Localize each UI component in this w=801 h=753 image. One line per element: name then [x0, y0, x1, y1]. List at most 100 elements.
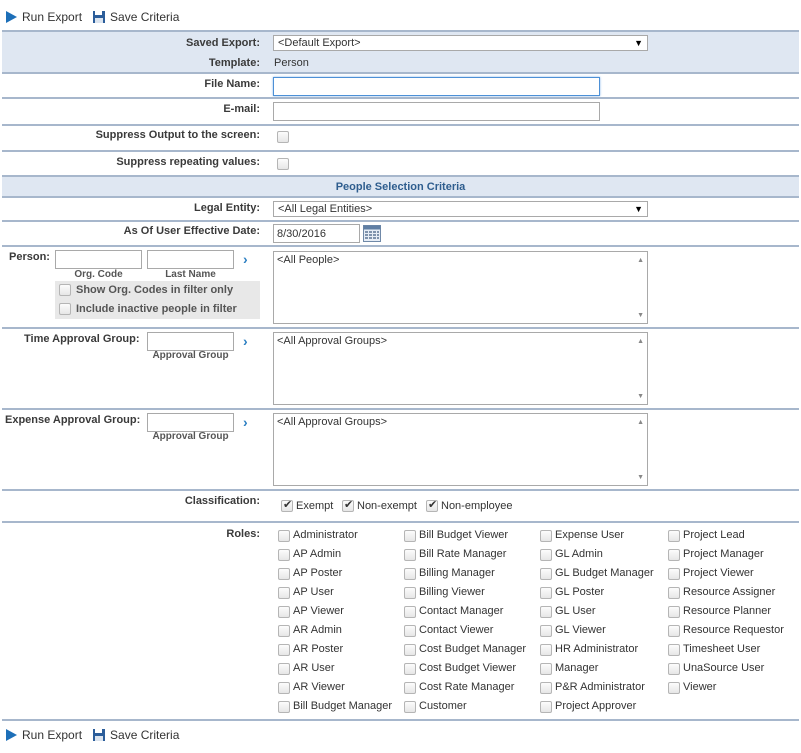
org-code-label: Org. Code: [74, 269, 123, 280]
role-checkbox[interactable]: [278, 682, 290, 694]
scroll-up-icon[interactable]: ▲: [637, 338, 644, 345]
role-checkbox[interactable]: [404, 644, 416, 656]
role-checkbox[interactable]: [404, 568, 416, 580]
run-export-button[interactable]: Run Export: [4, 10, 82, 24]
non-exempt-checkbox[interactable]: [342, 498, 354, 512]
role-checkbox[interactable]: [668, 644, 680, 656]
role-checkbox[interactable]: [278, 644, 290, 656]
chevron-right-icon[interactable]: ›: [243, 334, 248, 348]
people-section-title: People Selection Criteria: [335, 181, 466, 193]
role-label: Customer: [419, 700, 467, 712]
role-checkbox[interactable]: [540, 568, 552, 580]
role-label: Project Approver: [555, 700, 637, 712]
role-checkbox[interactable]: [404, 549, 416, 561]
role-label: AR Poster: [293, 643, 344, 655]
role-checkbox[interactable]: [540, 701, 552, 713]
save-criteria-button[interactable]: Save Criteria: [92, 10, 179, 24]
role-checkbox[interactable]: [668, 663, 680, 675]
time-approval-input[interactable]: [147, 332, 234, 351]
email-input[interactable]: [273, 102, 600, 121]
divider: [2, 719, 799, 721]
suppress-repeating-checkbox[interactable]: [277, 158, 289, 170]
divider: [2, 196, 799, 198]
role-checkbox[interactable]: [278, 606, 290, 618]
role-checkbox[interactable]: [540, 606, 552, 618]
legal-entity-value: <All Legal Entities>: [278, 203, 373, 215]
role-checkbox[interactable]: [540, 530, 552, 542]
effective-date-input[interactable]: 8/30/2016: [273, 224, 360, 243]
role-checkbox[interactable]: [278, 701, 290, 713]
role-checkbox[interactable]: [668, 606, 680, 618]
role-checkbox[interactable]: [668, 682, 680, 694]
role-checkbox[interactable]: [278, 530, 290, 542]
divider: [2, 327, 799, 329]
chevron-right-icon[interactable]: ›: [243, 415, 248, 429]
scroll-down-icon[interactable]: ▼: [637, 312, 644, 319]
role-checkbox[interactable]: [668, 625, 680, 637]
time-approval-listbox[interactable]: <All Approval Groups> ▲ ▼: [273, 332, 648, 405]
non-employee-checkbox[interactable]: [426, 498, 438, 512]
role-label: Billing Viewer: [419, 586, 485, 598]
non-exempt-label: Non-exempt: [357, 500, 417, 512]
org-code-input[interactable]: [55, 250, 142, 269]
top-toolbar: Run Export Save Criteria: [4, 8, 189, 26]
divider: [2, 97, 799, 99]
role-label: AP Viewer: [293, 605, 344, 617]
role-checkbox[interactable]: [668, 530, 680, 542]
expense-approval-sub-label: Approval Group: [152, 431, 229, 442]
last-name-input[interactable]: [147, 250, 234, 269]
role-checkbox[interactable]: [278, 568, 290, 580]
suppress-output-checkbox[interactable]: [277, 131, 289, 143]
exempt-label: Exempt: [296, 500, 334, 512]
role-checkbox[interactable]: [404, 663, 416, 675]
role-checkbox[interactable]: [404, 701, 416, 713]
legal-entity-select[interactable]: <All Legal Entities> ▼: [273, 201, 648, 217]
saved-export-label: Saved Export:: [186, 37, 260, 49]
role-checkbox[interactable]: [404, 587, 416, 599]
role-checkbox[interactable]: [278, 663, 290, 675]
calendar-icon[interactable]: [363, 225, 381, 242]
role-checkbox[interactable]: [278, 587, 290, 599]
saved-export-select[interactable]: <Default Export> ▼: [273, 35, 648, 51]
classification-label: Classification:: [184, 495, 260, 507]
scroll-down-icon[interactable]: ▼: [637, 393, 644, 400]
role-label: AP Admin: [293, 548, 342, 560]
exempt-checkbox[interactable]: [281, 498, 293, 512]
chevron-right-icon[interactable]: ›: [243, 252, 248, 266]
role-checkbox[interactable]: [540, 587, 552, 599]
time-approval-list-item[interactable]: <All Approval Groups>: [277, 335, 387, 347]
show-org-codes-checkbox[interactable]: [59, 284, 71, 296]
role-checkbox[interactable]: [540, 682, 552, 694]
role-checkbox[interactable]: [668, 549, 680, 561]
scroll-down-icon[interactable]: ▼: [637, 474, 644, 481]
person-listbox[interactable]: <All People> ▲ ▼: [273, 251, 648, 324]
role-label: Contact Viewer: [419, 624, 494, 636]
role-checkbox[interactable]: [540, 549, 552, 561]
role-checkbox[interactable]: [540, 625, 552, 637]
expense-approval-listbox[interactable]: <All Approval Groups> ▲ ▼: [273, 413, 648, 486]
role-label: GL Admin: [555, 548, 603, 560]
role-checkbox[interactable]: [668, 568, 680, 580]
role-checkbox[interactable]: [540, 663, 552, 675]
scroll-up-icon[interactable]: ▲: [637, 419, 644, 426]
expense-approval-list-item[interactable]: <All Approval Groups>: [277, 416, 387, 428]
scroll-up-icon[interactable]: ▲: [637, 257, 644, 264]
person-list-item[interactable]: <All People>: [277, 254, 339, 266]
run-export-button[interactable]: Run Export: [4, 728, 82, 742]
legal-entity-label: Legal Entity:: [193, 202, 260, 214]
divider: [2, 220, 799, 222]
role-checkbox[interactable]: [404, 682, 416, 694]
save-criteria-button[interactable]: Save Criteria: [92, 728, 179, 742]
role-checkbox[interactable]: [404, 606, 416, 618]
role-checkbox[interactable]: [404, 625, 416, 637]
include-inactive-checkbox[interactable]: [59, 303, 71, 315]
role-checkbox[interactable]: [404, 530, 416, 542]
role-checkbox[interactable]: [540, 644, 552, 656]
role-checkbox[interactable]: [668, 587, 680, 599]
role-label: Project Lead: [683, 529, 745, 541]
role-label: Viewer: [683, 681, 717, 693]
expense-approval-input[interactable]: [147, 413, 234, 432]
role-checkbox[interactable]: [278, 549, 290, 561]
file-name-input[interactable]: [273, 77, 600, 96]
role-checkbox[interactable]: [278, 625, 290, 637]
